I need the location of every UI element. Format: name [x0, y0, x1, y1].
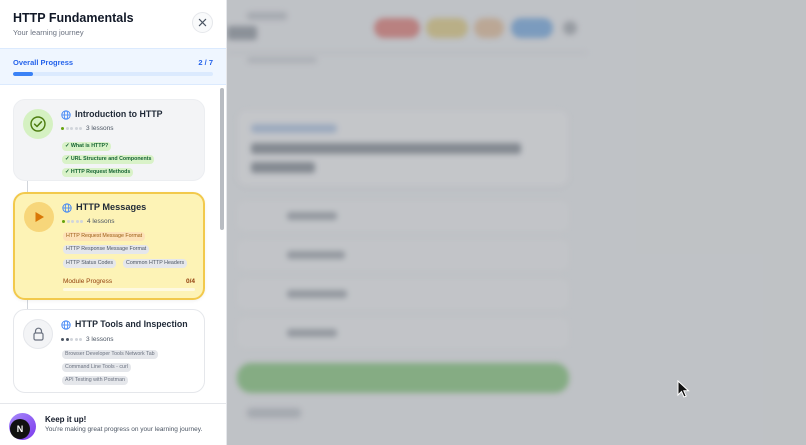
sidebar-header: HTTP Fundamentals Your learning journey	[0, 0, 226, 48]
module-progress-label: Module Progress	[63, 278, 113, 285]
overall-progress-fill	[13, 72, 33, 76]
lesson-chip[interactable]: HTTP Status Codes	[63, 259, 117, 268]
modal-backdrop[interactable]	[227, 0, 806, 445]
module-title: HTTP Messages	[76, 202, 147, 212]
module-connector	[27, 181, 28, 192]
overall-progress-bar	[13, 72, 213, 76]
lesson-chip: Command Line Tools - curl	[62, 363, 131, 372]
quiz-page-background	[227, 0, 806, 445]
footer-message: You're making great progress on your lea…	[45, 426, 203, 433]
module-lesson-count: 4 lessons	[87, 218, 115, 225]
lesson-chip[interactable]: ✓ What is HTTP?	[62, 142, 112, 151]
lesson-chip: Browser Developer Tools Network Tab	[62, 350, 158, 359]
module-status-locked	[23, 319, 53, 349]
lock-icon	[32, 327, 44, 341]
module-progress-count: 0/4	[185, 278, 195, 285]
lesson-chip: API Testing with Postman	[62, 376, 128, 385]
module-list[interactable]: Introduction to HTTP 3 lessons ✓ What is…	[0, 86, 226, 403]
overall-progress: Overall Progress 2 / 7	[0, 48, 226, 85]
lesson-chip[interactable]: ✓ HTTP Request Methods	[62, 168, 134, 177]
avatar-letter[interactable]: N	[10, 419, 30, 439]
module-list-scrollbar[interactable]	[220, 88, 224, 230]
module-card-http-messages[interactable]: HTTP Messages 4 lessons HTTP Request Mes…	[13, 192, 205, 300]
lesson-chip[interactable]: ✓ URL Structure and Components	[62, 155, 155, 164]
course-sidebar: HTTP Fundamentals Your learning journey …	[0, 0, 227, 445]
globe-icon	[61, 320, 71, 330]
course-subtitle: Your learning journey	[13, 28, 84, 37]
overall-progress-count: 2 / 7	[198, 58, 213, 67]
overall-progress-label: Overall Progress	[13, 58, 74, 67]
globe-icon	[61, 110, 71, 120]
module-title: Introduction to HTTP	[75, 109, 163, 119]
lesson-chip[interactable]: HTTP Response Message Format	[63, 245, 150, 254]
module-status-in-progress	[24, 202, 54, 232]
module-card-introduction-to-http[interactable]: Introduction to HTTP 3 lessons ✓ What is…	[13, 99, 205, 181]
module-status-completed	[23, 109, 53, 139]
difficulty-dots	[62, 220, 83, 223]
footer-title: Keep it up!	[45, 415, 87, 424]
close-icon	[198, 18, 207, 27]
module-lesson-count: 3 lessons	[86, 125, 114, 132]
difficulty-dots	[61, 338, 82, 341]
module-connector	[27, 300, 28, 309]
globe-icon	[62, 203, 72, 213]
module-progress-bar	[63, 288, 195, 291]
close-button[interactable]	[192, 12, 213, 33]
play-icon	[35, 212, 44, 222]
mouse-cursor-icon	[677, 380, 690, 398]
motivation-footer: N Keep it up! You're making great progre…	[0, 403, 226, 445]
module-title: HTTP Tools and Inspection	[75, 319, 188, 329]
difficulty-dots	[61, 127, 82, 130]
lesson-chip[interactable]: HTTP Request Message Format	[63, 232, 146, 241]
check-circle-icon	[30, 116, 46, 132]
lesson-chip[interactable]: Common HTTP Headers	[123, 259, 188, 268]
module-card-http-tools-and-inspection[interactable]: HTTP Tools and Inspection 3 lessons Brow…	[13, 309, 205, 393]
module-lesson-count: 3 lessons	[86, 336, 114, 343]
course-title: HTTP Fundamentals	[13, 11, 134, 25]
